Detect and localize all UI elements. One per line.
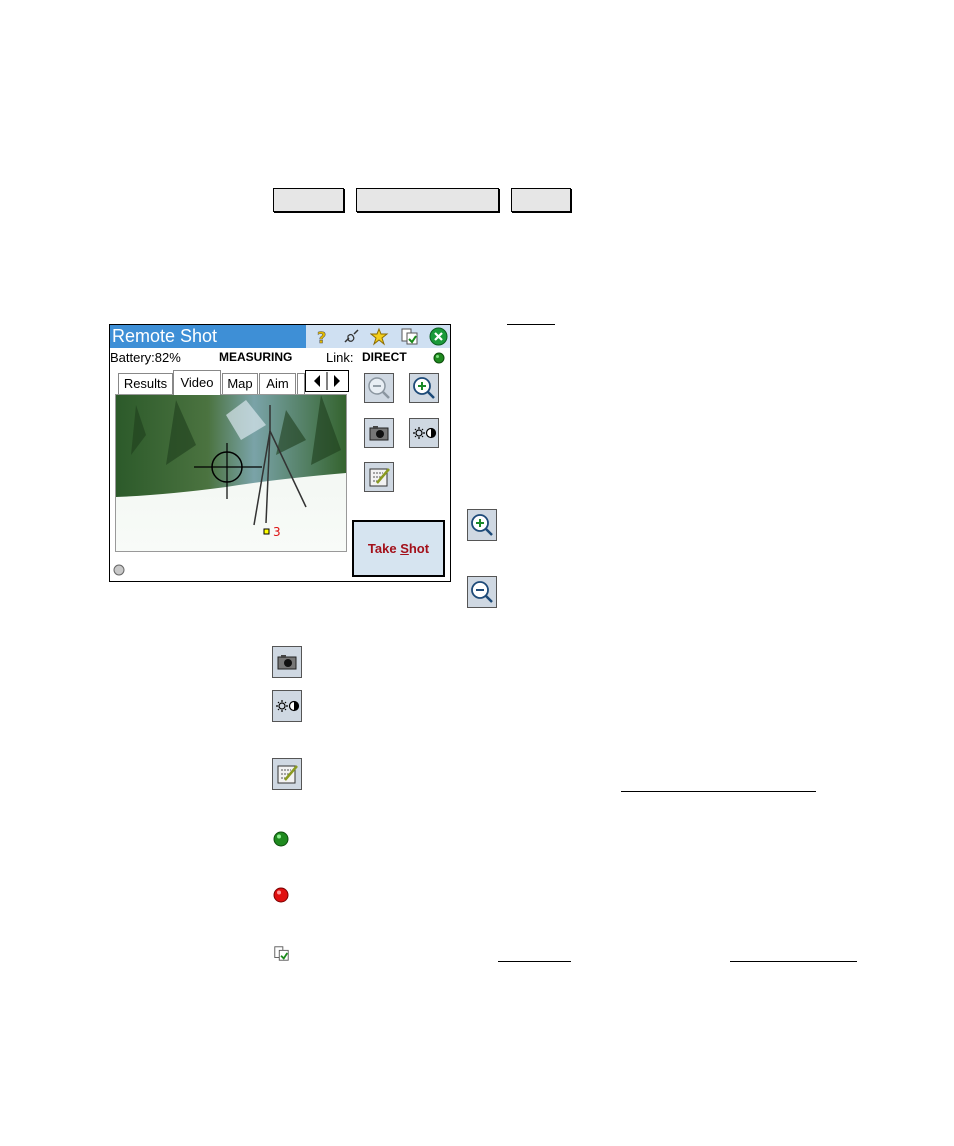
svg-text:?: ? [317,328,326,346]
remote-shot-screen: Remote Shot ? Battery:82% MEASURING Link… [109,324,451,582]
brightness-contrast-icon [413,427,437,439]
top-button-3[interactable] [511,188,571,212]
brightness-contrast-legend [272,690,302,722]
link-underline-3[interactable] [498,961,571,962]
zoom-out-button[interactable] [364,373,394,403]
connect-icon[interactable] [342,327,361,346]
measuring-status: MEASURING [219,350,293,364]
zoom-out-icon [368,377,390,399]
tab-scroll-arrows[interactable] [305,370,349,392]
zoom-in-icon [413,377,435,399]
snapshot-legend [272,646,302,678]
link-ok-icon [273,831,289,847]
top-button-1[interactable] [273,188,344,212]
zoom-in-legend [467,509,497,541]
zoom-in-button[interactable] [409,373,439,403]
tab-results[interactable]: Results [118,373,173,395]
zoom-out-legend [467,576,497,608]
tab-partial[interactable] [297,373,305,395]
title-bar: Remote Shot ? [110,325,450,348]
video-options-button[interactable] [364,462,394,492]
zoom-out-icon [467,576,497,608]
help-icon[interactable]: ? [312,327,331,346]
link-error-icon [273,887,289,903]
app-title: Remote Shot [112,326,218,346]
status-row: Battery:82% MEASURING Link: DIRECT [110,349,450,367]
battery-status: Battery:82% [110,350,181,365]
link-status-icon [433,352,445,364]
switch-to-icon[interactable] [400,327,419,346]
link-underline-2[interactable] [621,791,816,792]
brightness-contrast-icon [272,690,302,722]
take-shot-button[interactable]: Take Shot [352,520,445,577]
video-feed[interactable]: 3 [115,394,347,552]
video-image: 3 [116,395,346,551]
favorites-icon[interactable] [370,327,389,346]
link-underline-4[interactable] [730,961,857,962]
status-led-icon [113,564,125,576]
snapshot-icon [272,646,302,678]
top-button-2[interactable] [356,188,499,212]
tab-aim[interactable]: Aim [259,373,296,395]
video-options-legend [272,758,302,790]
video-options-icon [272,758,302,790]
tab-map[interactable]: Map [222,373,258,395]
video-options-icon [369,468,390,487]
link-label: Link: [326,350,354,365]
close-icon[interactable] [429,327,448,346]
zoom-in-icon [467,509,497,541]
link-value: DIRECT [362,350,407,364]
brightness-contrast-button[interactable] [409,418,439,448]
tab-scroll-left-icon[interactable] [306,371,348,391]
switch-to-icon [274,946,289,961]
link-underline-1[interactable] [507,324,555,325]
snapshot-button[interactable] [364,418,394,448]
tab-video[interactable]: Video [173,370,221,395]
snapshot-icon [369,426,389,441]
point-label: 3 [273,525,281,539]
